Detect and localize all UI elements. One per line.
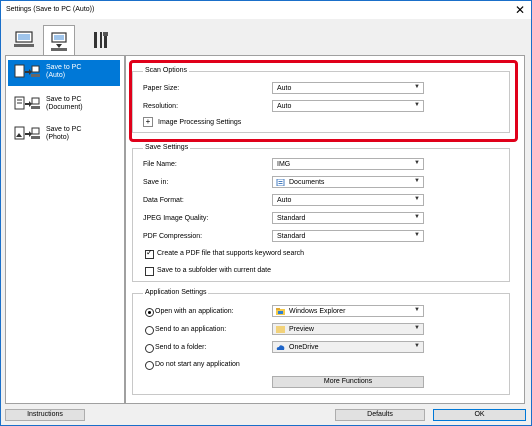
scan-options-highlight xyxy=(129,60,518,142)
send-to-folder-radio[interactable] xyxy=(145,344,154,353)
file-name-field[interactable]: IMG ▼ xyxy=(272,158,424,170)
save-settings-title: Save Settings xyxy=(143,144,191,151)
no-application-label: Do not start any application xyxy=(155,361,240,368)
documents-folder-icon xyxy=(276,179,285,186)
application-settings-title: Application Settings xyxy=(143,289,209,296)
chevron-down-icon: ▼ xyxy=(414,196,420,202)
open-with-application-radio[interactable] xyxy=(145,308,154,317)
scan-type-sidebar: Save to PC (Auto) Save to PC (Document) … xyxy=(5,55,125,404)
chevron-down-icon: ▼ xyxy=(414,160,420,166)
sidebar-item-save-to-pc-document[interactable]: Save to PC (Document) xyxy=(8,92,120,118)
save-to-pc-photo-icon xyxy=(14,126,40,140)
window-title: Settings (Save to PC (Auto)) xyxy=(6,6,95,13)
save-to-pc-auto-icon xyxy=(14,64,40,78)
send-to-folder-select[interactable]: OneDrive ▼ xyxy=(272,341,424,353)
defaults-button[interactable]: Defaults xyxy=(335,409,425,421)
data-format-value: Auto xyxy=(277,197,292,204)
scanner-to-pc-icon xyxy=(51,31,67,51)
jpeg-quality-select[interactable]: Standard ▼ xyxy=(272,212,424,224)
chevron-down-icon: ▼ xyxy=(414,178,420,184)
pdf-compression-label: PDF Compression: xyxy=(143,233,203,240)
save-in-label: Save in: xyxy=(143,179,169,186)
open-with-application-select[interactable]: Windows Explorer ▼ xyxy=(272,305,424,317)
send-to-application-label: Send to an application: xyxy=(155,326,227,333)
send-to-folder-value: OneDrive xyxy=(289,344,319,351)
tab-scan-from-computer[interactable] xyxy=(9,25,39,55)
send-to-folder-label: Send to a folder: xyxy=(155,344,207,351)
send-to-application-select[interactable]: Preview ▼ xyxy=(272,323,424,335)
save-in-value: Documents xyxy=(289,179,325,186)
data-format-label: Data Format: xyxy=(143,197,184,204)
checkmark-icon: ✓ xyxy=(146,248,153,257)
radio-selected-dot xyxy=(148,311,151,314)
file-name-value: IMG xyxy=(277,161,291,168)
instructions-button[interactable]: Instructions xyxy=(5,409,85,421)
tab-scan-from-operation-panel[interactable] xyxy=(43,25,75,57)
tools-icon xyxy=(94,32,108,48)
windows-explorer-icon xyxy=(276,308,285,315)
chevron-down-icon: ▼ xyxy=(414,325,420,331)
tab-general-settings[interactable] xyxy=(85,25,115,55)
onedrive-icon xyxy=(276,345,285,350)
save-settings-group: Save Settings File Name: IMG ▼ Save in: … xyxy=(132,144,510,282)
preview-app-icon xyxy=(276,326,285,333)
subfolder-checkbox[interactable] xyxy=(145,267,154,276)
ok-button[interactable]: OK xyxy=(433,409,526,421)
send-to-application-radio[interactable] xyxy=(145,326,154,335)
jpeg-quality-label: JPEG Image Quality: xyxy=(143,215,209,222)
settings-window: Settings (Save to PC (Auto)) ✕ Save to P… xyxy=(0,0,532,426)
more-functions-button[interactable]: More Functions xyxy=(272,376,424,388)
sidebar-item-save-to-pc-photo[interactable]: Save to PC (Photo) xyxy=(8,122,120,148)
settings-panel: Scan Options Paper Size: Auto ▼ Resoluti… xyxy=(125,55,525,404)
sidebar-item-save-to-pc-auto[interactable]: Save to PC (Auto) xyxy=(8,60,120,86)
bottom-bar: Instructions Defaults OK xyxy=(1,404,531,425)
sidebar-item-label: Save to PC (Document) xyxy=(46,96,83,111)
data-format-select[interactable]: Auto ▼ xyxy=(272,194,424,206)
sidebar-item-label: Save to PC (Photo) xyxy=(46,126,82,141)
pdf-compression-value: Standard xyxy=(277,233,306,240)
chevron-down-icon: ▼ xyxy=(414,343,420,349)
open-with-application-label: Open with an application: xyxy=(155,308,234,315)
application-settings-group: Application Settings Open with an applic… xyxy=(132,289,510,395)
close-icon[interactable]: ✕ xyxy=(515,3,525,17)
file-name-label: File Name: xyxy=(143,161,177,168)
sidebar-item-label: Save to PC (Auto) xyxy=(46,64,82,79)
save-in-select[interactable]: Documents ▼ xyxy=(272,176,424,188)
computer-scan-icon xyxy=(14,31,34,47)
keyword-search-label: Create a PDF file that supports keyword … xyxy=(157,250,305,257)
save-to-pc-document-icon xyxy=(14,96,40,110)
pdf-compression-select[interactable]: Standard ▼ xyxy=(272,230,424,242)
chevron-down-icon: ▼ xyxy=(414,307,420,313)
no-application-radio[interactable] xyxy=(145,361,154,370)
keyword-search-checkbox[interactable]: ✓ xyxy=(145,248,154,259)
jpeg-quality-value: Standard xyxy=(277,215,306,222)
subfolder-label: Save to a subfolder with current date xyxy=(157,267,272,274)
open-with-application-value: Windows Explorer xyxy=(289,308,346,315)
chevron-down-icon: ▼ xyxy=(414,232,420,238)
chevron-down-icon: ▼ xyxy=(414,214,420,220)
title-bar: Settings (Save to PC (Auto)) ✕ xyxy=(1,1,531,19)
send-to-application-value: Preview xyxy=(289,326,314,333)
